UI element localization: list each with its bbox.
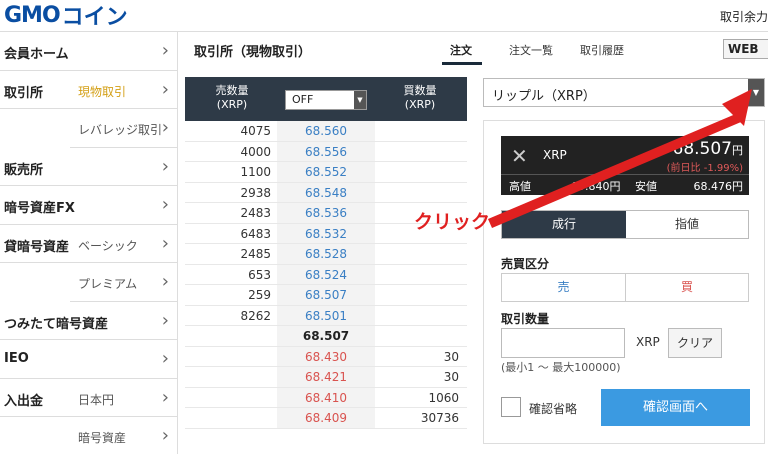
annotation-click-text: クリック xyxy=(414,211,491,233)
annotation-arrow-shaft xyxy=(488,113,741,228)
annotation-arrow xyxy=(488,89,752,228)
